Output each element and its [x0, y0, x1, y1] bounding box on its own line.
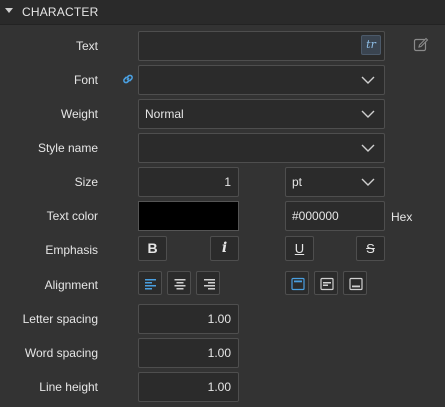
link-icon[interactable]	[121, 72, 135, 86]
text-color-swatch[interactable]	[138, 201, 239, 231]
size-label: Size	[74, 175, 98, 189]
style-name-label: Style name	[37, 141, 98, 155]
color-format-label: Hex	[391, 210, 413, 224]
valign-bottom-button[interactable]	[343, 271, 367, 295]
word-spacing-label: Word spacing	[24, 346, 98, 360]
align-right-icon	[204, 279, 215, 290]
alignment-label: Alignment	[44, 278, 98, 292]
valign-middle-button[interactable]	[314, 271, 338, 295]
bold-button[interactable]: B	[138, 236, 167, 261]
align-left-icon	[145, 279, 156, 290]
weight-dropdown[interactable]: Normal	[138, 99, 385, 129]
align-right-button[interactable]	[196, 271, 220, 295]
translate-button[interactable]: tr	[361, 35, 381, 55]
align-center-button[interactable]	[167, 271, 191, 295]
italic-button[interactable]: i	[210, 236, 239, 261]
size-unit-dropdown[interactable]: pt	[285, 167, 385, 197]
emphasis-label: Emphasis	[45, 243, 98, 257]
word-spacing-input[interactable]: 1.00	[138, 338, 239, 368]
letter-spacing-label: Letter spacing	[22, 312, 98, 326]
section-header[interactable]: CHARACTER	[0, 0, 445, 25]
weight-label: Weight	[60, 107, 98, 121]
text-field[interactable]: tr	[138, 31, 385, 61]
chevron-down-icon	[361, 178, 375, 186]
chevron-down-icon	[361, 76, 375, 84]
letter-spacing-input[interactable]: 1.00	[138, 304, 239, 334]
font-label: Font	[73, 73, 98, 87]
font-dropdown[interactable]	[138, 65, 385, 95]
align-center-icon	[174, 279, 186, 290]
section-title: CHARACTER	[22, 5, 99, 19]
chevron-down-icon	[5, 8, 13, 13]
line-height-label: Line height	[39, 380, 98, 394]
valign-top-button[interactable]	[285, 271, 309, 295]
valign-middle-icon	[320, 277, 334, 291]
valign-top-icon	[291, 277, 305, 291]
strikethrough-button[interactable]: S	[356, 236, 385, 261]
valign-bottom-icon	[349, 277, 363, 291]
text-color-label: Text color	[46, 209, 98, 223]
chevron-down-icon	[361, 144, 375, 152]
align-left-button[interactable]	[138, 271, 162, 295]
size-input[interactable]: 1	[138, 167, 239, 197]
edit-icon[interactable]	[413, 37, 429, 53]
underline-button[interactable]: U	[285, 236, 314, 261]
color-hex-input[interactable]: #000000	[285, 201, 385, 231]
style-name-dropdown[interactable]	[138, 133, 385, 163]
line-height-input[interactable]: 1.00	[138, 372, 239, 402]
chevron-down-icon	[361, 110, 375, 118]
text-label: Text	[75, 39, 98, 53]
